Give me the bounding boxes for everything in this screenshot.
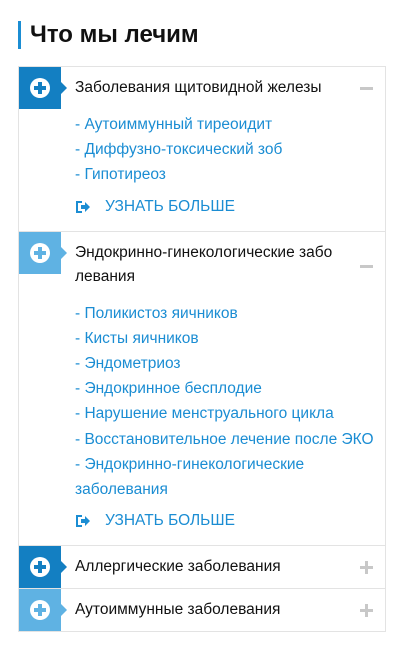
accordion-item-allergy: Аллергические заболевания <box>18 546 386 590</box>
condition-list: - Поликистоз яичников - Кисты яичников -… <box>75 301 375 503</box>
list-item: - Восстановительное лечение после ЭКО <box>75 427 375 452</box>
accordion-tab <box>19 67 67 109</box>
accordion-body-gynecology: - Поликистоз яичников - Кисты яичников -… <box>19 298 385 546</box>
accordion-title: Эндокринно-гинекологические забо левания <box>75 243 333 285</box>
treatments-widget: Что мы лечим Заболевания щитовидной желе… <box>0 0 417 667</box>
list-item: - Эндокринно-гинекологические заболевани… <box>75 452 375 502</box>
list-item: - Эндокринное бесплодие <box>75 376 375 401</box>
accordion-item-gynecology: Эндокринно-гинекологические забо левания… <box>18 231 386 547</box>
accordion-title: Аутоиммунные заболевания <box>75 601 281 619</box>
collapse-minus-icon[interactable] <box>360 260 373 273</box>
condition-link[interactable]: - Эндометриоз <box>75 351 375 376</box>
plus-circle-icon <box>30 600 50 621</box>
condition-list: - Аутоиммунный тиреоидит - Диффузно-токс… <box>75 112 375 188</box>
widget-title: Что мы лечим <box>18 21 199 49</box>
accordion-item-autoimmune: Аутоиммунные заболевания <box>18 589 386 633</box>
accordion-header-thyroid[interactable]: Заболевания щитовидной железы <box>19 67 385 109</box>
accordion-header-gynecology[interactable]: Эндокринно-гинекологические забо левания <box>19 231 385 298</box>
accordion-tab <box>19 231 67 274</box>
list-item: - Эндометриоз <box>75 351 375 376</box>
list-item: - Аутоиммунный тиреоидит <box>75 112 375 137</box>
condition-link[interactable]: - Поликистоз яичников <box>75 301 375 326</box>
accordion-header-autoimmune[interactable]: Аутоиммунные заболевания <box>19 589 385 632</box>
learn-more-label: УЗНАТЬ БОЛЬШЕ <box>105 512 235 530</box>
list-item: - Диффузно-токсический зоб <box>75 137 375 162</box>
sign-out-icon <box>76 200 90 213</box>
accordion-tab <box>19 546 67 589</box>
accordion-title: Аллергические заболевания <box>75 558 281 576</box>
accordion-tab <box>19 589 67 632</box>
condition-link[interactable]: - Аутоиммунный тиреоидит <box>75 112 375 137</box>
accordion-body-thyroid: - Аутоиммунный тиреоидит - Диффузно-токс… <box>19 109 385 231</box>
condition-link[interactable]: - Нарушение менструального цикла <box>75 401 375 426</box>
list-item: - Нарушение менструального цикла <box>75 401 375 426</box>
condition-link[interactable]: - Эндокринное бесплодие <box>75 376 375 401</box>
accordion-item-thyroid: Заболевания щитовидной железы - Аутоимму… <box>18 67 386 232</box>
learn-more-link[interactable]: УЗНАТЬ БОЛЬШЕ <box>75 511 375 531</box>
collapse-minus-icon[interactable] <box>360 82 373 95</box>
treatments-accordion: Заболевания щитовидной железы - Аутоимму… <box>18 66 386 633</box>
list-item: - Кисты яичников <box>75 326 375 351</box>
list-item: - Гипотиреоз <box>75 162 375 187</box>
learn-more-link[interactable]: УЗНАТЬ БОЛЬШЕ <box>75 197 375 217</box>
plus-circle-icon <box>30 242 50 263</box>
plus-circle-icon <box>30 78 50 98</box>
accordion-title: Заболевания щитовидной железы <box>75 79 322 96</box>
condition-link[interactable]: - Эндокринно-гинекологические заболевани… <box>75 452 375 502</box>
expand-plus-icon[interactable] <box>360 561 373 575</box>
condition-link[interactable]: - Кисты яичников <box>75 326 375 351</box>
sign-out-icon <box>76 515 90 528</box>
list-item: - Поликистоз яичников <box>75 301 375 326</box>
condition-link[interactable]: - Гипотиреоз <box>75 162 375 187</box>
accordion-header-allergy[interactable]: Аллергические заболевания <box>19 546 385 589</box>
condition-link[interactable]: - Восстановительное лечение после ЭКО <box>75 427 375 452</box>
learn-more-label: УЗНАТЬ БОЛЬШЕ <box>105 197 235 215</box>
condition-link[interactable]: - Диффузно-токсический зоб <box>75 137 375 162</box>
expand-plus-icon[interactable] <box>360 604 373 618</box>
plus-circle-icon <box>30 557 50 578</box>
